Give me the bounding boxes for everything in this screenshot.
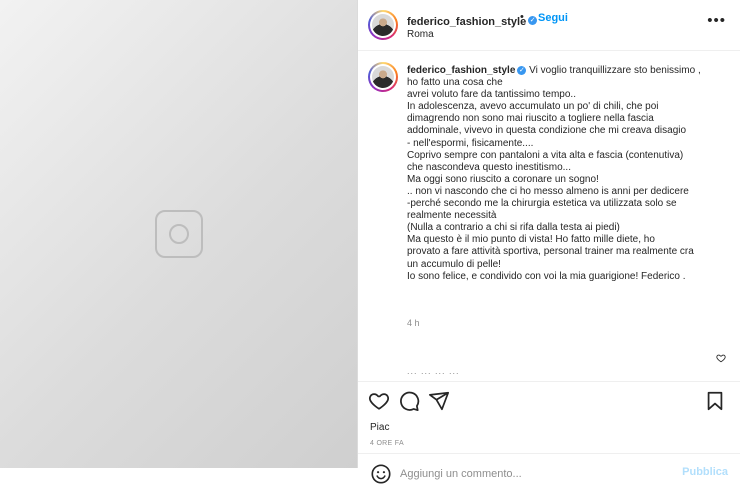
- instagram-post-window: federico_fashion_style ✓ • Segui Roma •••…: [0, 0, 740, 492]
- next-comment-truncated: ... ... ... ...: [407, 366, 460, 376]
- bookmark-icon[interactable]: [704, 390, 726, 412]
- caption-line: federico_fashion_style ✓ Vi voglio tranqu…: [407, 65, 727, 77]
- post-location[interactable]: Roma: [407, 29, 434, 40]
- caption-line-11: -perché secondo me la chirurgia estetica…: [407, 198, 677, 210]
- paper-plane-icon[interactable]: [428, 390, 450, 412]
- caption-line-7: Coprivo sempre con pantaloni a vita alta…: [407, 149, 684, 161]
- comment-input[interactable]: [400, 464, 670, 484]
- comment-icon[interactable]: [398, 390, 420, 412]
- heart-icon[interactable]: [368, 390, 390, 412]
- caption-line-15: provato a fare attività sportiva, person…: [407, 246, 694, 258]
- caption-line-10: .. non vi nascondo che ci ho messo almen…: [407, 185, 689, 197]
- caption-timestamp[interactable]: 4 h: [407, 318, 420, 328]
- caption-area: federico_fashion_style ✓ Vi voglio tranqu…: [358, 51, 740, 381]
- post-side-panel: federico_fashion_style ✓ • Segui Roma •••…: [358, 0, 740, 492]
- caption-avatar[interactable]: [368, 62, 398, 92]
- post-time-ago[interactable]: 4 ORE FA: [370, 440, 404, 447]
- media-bottom-gap: [0, 468, 357, 492]
- caption-username[interactable]: federico_fashion_style: [407, 65, 515, 76]
- caption-line-6: - nell'espormi, fisicamente....: [407, 137, 534, 149]
- header-user: federico_fashion_style ✓: [407, 12, 538, 30]
- action-bar: [358, 381, 740, 420]
- post-header: federico_fashion_style ✓ • Segui Roma •••: [358, 0, 740, 51]
- caption-line-2: avrei voluto fare da tantissimo tempo..: [407, 89, 576, 101]
- caption-line-1: ho fatto una cosa che: [407, 77, 503, 89]
- caption-line-3: In adolescenza, avevo accumulato un po' …: [407, 101, 659, 113]
- likes-text[interactable]: Piac: [370, 422, 389, 433]
- caption-line-13: (Nulla a contrario a chi si rifa dalla t…: [407, 222, 620, 234]
- separator-dot: •: [520, 11, 524, 23]
- header-username[interactable]: federico_fashion_style: [407, 16, 526, 28]
- caption-heart-icon[interactable]: [716, 350, 726, 363]
- verified-badge-icon: ✓: [528, 16, 538, 26]
- emoji-icon[interactable]: [370, 463, 392, 485]
- publish-button[interactable]: Pubblica: [682, 466, 728, 478]
- follow-button[interactable]: Segui: [538, 12, 568, 24]
- comment-bar: Pubblica: [358, 453, 740, 493]
- caption-line-8: che nascondeva questo inestitismo...: [407, 161, 571, 173]
- caption-line-5: addominale, vivevo in questa condizione …: [407, 125, 687, 137]
- caption-text: federico_fashion_style ✓ Vi voglio tranqu…: [407, 65, 727, 283]
- verified-badge-icon: ✓: [517, 65, 527, 75]
- caption-line-16: un accumulo di pelle!: [407, 258, 501, 270]
- caption-line-17: Io sono felice, e condivido con voi la m…: [407, 270, 686, 282]
- avatar[interactable]: [368, 10, 398, 40]
- caption-line-0: Vi voglio tranquillizzare sto benissimo …: [529, 65, 701, 76]
- caption-line-12: realmente necessità: [407, 210, 497, 222]
- caption-line-4: dimagrendo non sono mai riuscito a togli…: [407, 113, 654, 125]
- caption-line-9: Ma oggi sono riuscito a coronare un sogn…: [407, 173, 599, 185]
- post-photo[interactable]: [0, 0, 358, 468]
- image-icon: [154, 210, 203, 258]
- more-horizontal-icon[interactable]: •••: [707, 13, 726, 28]
- caption-line-14: Ma questo è il mio punto di vista! Ho fa…: [407, 234, 655, 246]
